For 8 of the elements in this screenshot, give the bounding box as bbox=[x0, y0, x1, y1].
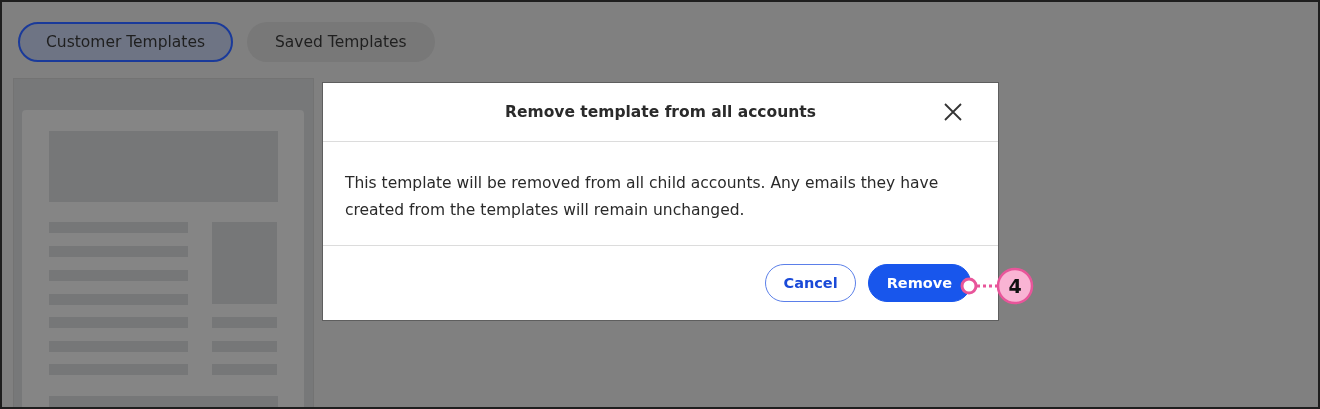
dialog-message: This template will be removed from all child accounts. Any emails they have created from the templates will remain unchanged. bbox=[345, 173, 940, 221]
tab[interactable]: Customer Templates bbox=[18, 22, 234, 62]
cancel-button[interactable]: Cancel bbox=[765, 264, 856, 302]
tab[interactable]: Saved Templates bbox=[247, 22, 435, 62]
remove-button[interactable]: Remove bbox=[867, 264, 971, 302]
callout-number: 4 bbox=[1008, 275, 1022, 297]
close-button[interactable] bbox=[942, 101, 964, 123]
dialog-title: Remove template from all accounts bbox=[505, 103, 816, 121]
